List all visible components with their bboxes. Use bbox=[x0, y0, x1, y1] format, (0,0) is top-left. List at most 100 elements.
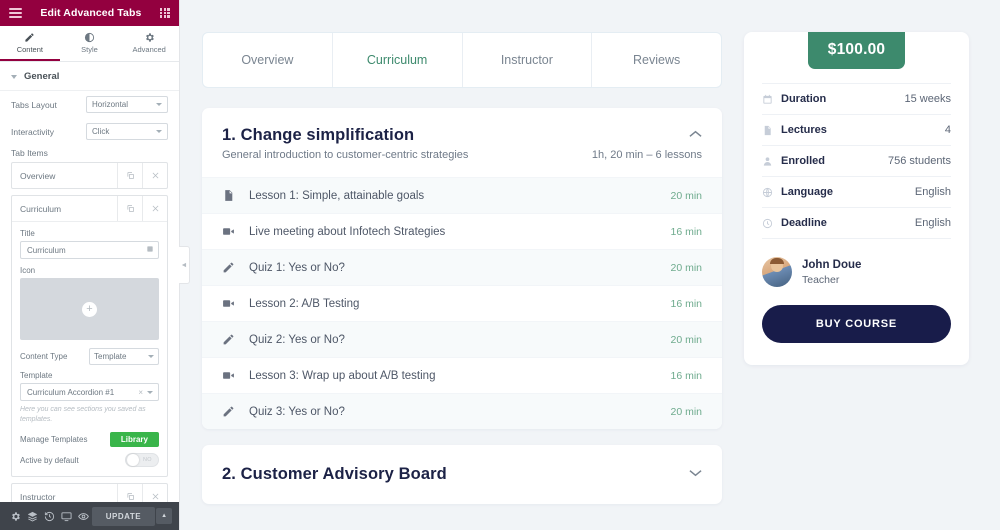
active-default-toggle[interactable]: NO bbox=[125, 453, 159, 468]
teacher-block: John Doue Teacher bbox=[744, 239, 969, 287]
clear-icon[interactable]: × bbox=[138, 388, 143, 397]
lesson-row[interactable]: Quiz 2: Yes or No? 20 min bbox=[202, 321, 722, 357]
file-icon bbox=[762, 125, 781, 136]
meta-key: Enrolled bbox=[781, 155, 826, 167]
panel-header: Edit Advanced Tabs bbox=[0, 0, 179, 26]
title-field-label: Title bbox=[20, 229, 35, 238]
meta-key: Duration bbox=[781, 93, 827, 105]
accordion-subtitle-row: General introduction to customer-centric… bbox=[202, 149, 722, 177]
repeater-item-header[interactable]: Overview bbox=[12, 163, 167, 188]
chevron-up-icon[interactable] bbox=[689, 126, 702, 141]
teacher-name: John Doue bbox=[802, 259, 862, 272]
duplicate-icon[interactable] bbox=[117, 196, 142, 221]
remove-icon[interactable] bbox=[142, 196, 167, 221]
hamburger-icon[interactable] bbox=[9, 8, 22, 18]
content-tab-reviews[interactable]: Reviews bbox=[592, 33, 721, 87]
content-type-label: Content Type bbox=[20, 352, 68, 361]
template-select[interactable]: Curriculum Accordion #1 × bbox=[20, 383, 159, 401]
lesson-name: Quiz 3: Yes or No? bbox=[249, 405, 345, 418]
control-active-default: Active by default NO bbox=[20, 453, 159, 468]
chevron-down-icon bbox=[148, 355, 154, 358]
content-tab-instructor[interactable]: Instructor bbox=[463, 33, 593, 87]
tab-items-repeater: Overview Curriculum Title Curriculum Ico… bbox=[0, 162, 179, 502]
dynamic-tags-icon[interactable] bbox=[146, 245, 154, 255]
meta-row-duration: Duration 15 weeks bbox=[762, 83, 951, 115]
meta-key: Language bbox=[781, 186, 833, 198]
lesson-duration: 20 min bbox=[670, 333, 702, 346]
repeater-item-header[interactable]: Instructor bbox=[12, 484, 167, 502]
meta-key: Deadline bbox=[781, 217, 827, 229]
tab-content-label: Content bbox=[16, 44, 43, 54]
tab-style[interactable]: Style bbox=[60, 26, 120, 61]
title-input[interactable]: Curriculum bbox=[20, 241, 159, 259]
interactivity-select[interactable]: Click bbox=[86, 123, 168, 140]
template-value: Curriculum Accordion #1 bbox=[27, 387, 115, 397]
layers-icon[interactable] bbox=[24, 502, 41, 530]
remove-icon[interactable] bbox=[142, 484, 167, 502]
repeater-item-header[interactable]: Curriculum bbox=[12, 196, 167, 221]
document-icon bbox=[222, 189, 236, 202]
manage-templates-label: Manage Templates bbox=[20, 435, 88, 445]
settings-gear-icon[interactable] bbox=[7, 502, 24, 530]
meta-value: English bbox=[914, 217, 951, 229]
course-info-card: $100.00 Duration 15 weeks Lectures 4 Enr… bbox=[744, 32, 969, 365]
responsive-monitor-icon[interactable] bbox=[58, 502, 75, 530]
tab-advanced[interactable]: Advanced bbox=[119, 26, 179, 61]
duplicate-icon[interactable] bbox=[117, 163, 142, 188]
accordion-section-2: 2. Customer Advisory Board bbox=[202, 445, 722, 504]
meta-row-lectures: Lectures 4 bbox=[762, 115, 951, 146]
duplicate-icon[interactable] bbox=[117, 484, 142, 502]
interactivity-value: Click bbox=[92, 127, 110, 136]
accordion-header[interactable]: 2. Customer Advisory Board bbox=[202, 445, 722, 504]
pencil-icon bbox=[222, 405, 236, 418]
remove-icon[interactable] bbox=[142, 163, 167, 188]
library-button[interactable]: Library bbox=[109, 432, 159, 448]
panel-tab-bar: Content Style Advanced bbox=[0, 26, 179, 62]
tabs-layout-value: Horizontal bbox=[92, 100, 129, 109]
lesson-row[interactable]: Live meeting about Infotech Strategies 1… bbox=[202, 213, 722, 249]
panel-collapse-handle[interactable]: ◄ bbox=[179, 246, 190, 284]
lesson-duration: 20 min bbox=[670, 261, 702, 274]
history-icon[interactable] bbox=[41, 502, 58, 530]
tab-style-label: Style bbox=[81, 44, 98, 54]
buy-course-button[interactable]: BUY COURSE bbox=[762, 305, 951, 343]
tabs-layout-select[interactable]: Horizontal bbox=[86, 96, 168, 113]
preview-canvas: Overview Curriculum Instructor Reviews 1… bbox=[180, 0, 1000, 530]
user-icon bbox=[762, 156, 781, 167]
lesson-duration: 20 min bbox=[670, 405, 702, 418]
meta-row-enrolled: Enrolled 756 students bbox=[762, 146, 951, 177]
lesson-row[interactable]: Lesson 2: A/B Testing 16 min bbox=[202, 285, 722, 321]
lesson-row[interactable]: Lesson 3: Wrap up about A/B testing 16 m… bbox=[202, 357, 722, 393]
lesson-name: Lesson 2: A/B Testing bbox=[249, 297, 360, 310]
icon-picker[interactable]: + bbox=[20, 278, 159, 340]
grid-icon[interactable] bbox=[159, 7, 170, 19]
toggle-state-label: NO bbox=[143, 457, 152, 464]
repeater-item-title: Curriculum bbox=[20, 203, 62, 214]
lesson-duration: 20 min bbox=[670, 189, 702, 202]
update-button[interactable]: UPDATE bbox=[91, 506, 156, 526]
accordion-header[interactable]: 1. Change simplification bbox=[202, 108, 722, 149]
lesson-row[interactable]: Lesson 1: Simple, attainable goals 20 mi… bbox=[202, 177, 722, 213]
update-options-caret-icon[interactable]: ▲ bbox=[156, 508, 173, 524]
section-general-header[interactable]: General bbox=[0, 62, 179, 91]
gear-icon bbox=[145, 32, 154, 42]
teacher-text: John Doue Teacher bbox=[802, 258, 861, 286]
lesson-row[interactable]: Quiz 1: Yes or No? 20 min bbox=[202, 249, 722, 285]
lesson-name: Quiz 1: Yes or No? bbox=[249, 261, 345, 274]
lesson-duration: 16 min bbox=[670, 297, 702, 310]
tab-content[interactable]: Content bbox=[0, 26, 60, 61]
lesson-name: Live meeting about Infotech Strategies bbox=[249, 225, 446, 238]
content-type-select[interactable]: Template bbox=[89, 348, 159, 365]
interactivity-label: Interactivity bbox=[11, 126, 54, 137]
tabs-layout-label: Tabs Layout bbox=[11, 99, 57, 110]
meta-value: 4 bbox=[944, 124, 951, 136]
content-tab-curriculum[interactable]: Curriculum bbox=[333, 33, 463, 87]
lesson-row[interactable]: Quiz 3: Yes or No? 20 min bbox=[202, 393, 722, 429]
preview-eye-icon[interactable] bbox=[75, 502, 92, 530]
tab-items-group: Tab Items bbox=[0, 145, 179, 158]
accordion-subtitle: General introduction to customer-centric… bbox=[222, 149, 469, 161]
chevron-down-icon[interactable] bbox=[689, 465, 702, 480]
content-tab-overview[interactable]: Overview bbox=[203, 33, 333, 87]
template-field-label: Template bbox=[20, 371, 53, 380]
main-column: Overview Curriculum Instructor Reviews 1… bbox=[202, 32, 722, 530]
